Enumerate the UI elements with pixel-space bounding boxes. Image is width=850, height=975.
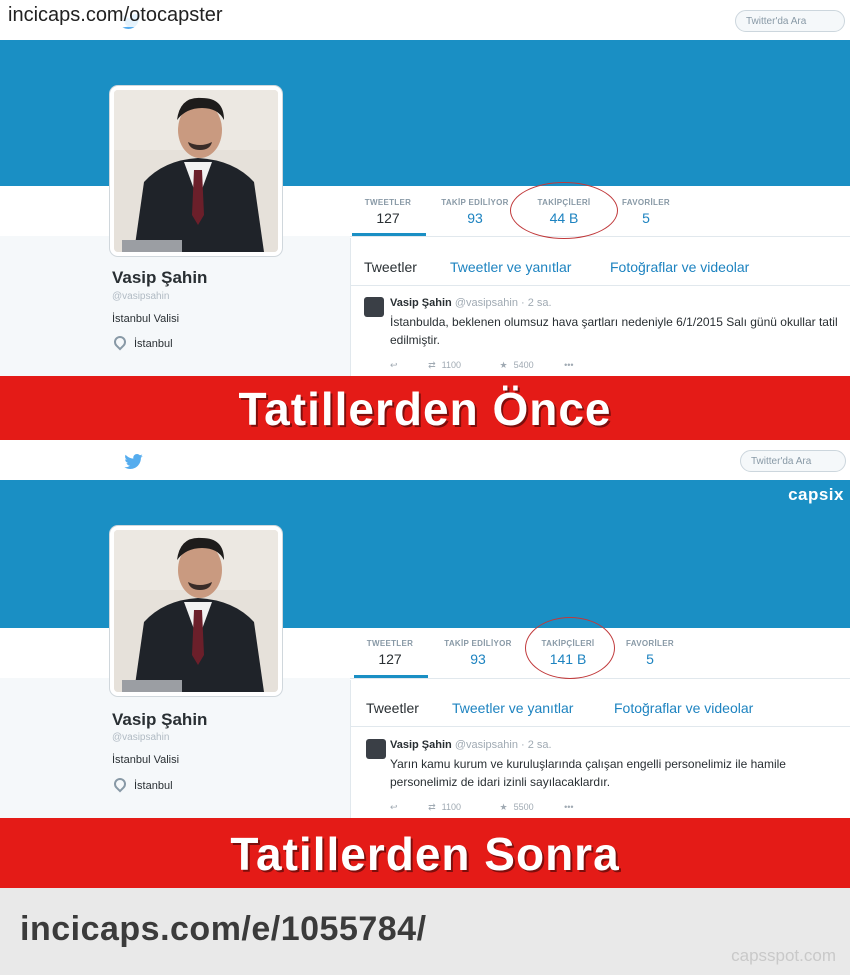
stat-label: TWEETLER xyxy=(366,639,414,648)
location-text: İstanbul xyxy=(134,338,173,350)
stat-label: FAVORİLER xyxy=(626,639,674,648)
footer-watermark: capsspot.com xyxy=(731,946,836,965)
tweet-author[interactable]: Vasip Şahin xyxy=(390,739,452,751)
tweet-header: Vasip Şahin @vasipsahin · 2 sa. xyxy=(390,739,552,751)
tab-photos-videos[interactable]: Fotoğraflar ve videolar xyxy=(610,259,749,275)
highlight-circle xyxy=(510,182,618,239)
stat-favorites[interactable]: FAVORİLER 5 xyxy=(606,198,686,226)
avatar[interactable] xyxy=(110,86,282,256)
location-text: İstanbul xyxy=(134,780,173,792)
favorite-count: 5400 xyxy=(513,360,534,370)
stat-label: TWEETLER xyxy=(364,198,412,207)
stat-label: TAKİP EDİLİYOR xyxy=(441,198,509,207)
profile-bio: İstanbul Valisi xyxy=(112,754,180,766)
profile-location: İstanbul xyxy=(111,775,173,793)
profile-name: Vasip Şahin xyxy=(112,268,208,287)
tweet-header: Vasip Şahin @vasipsahin · 2 sa. xyxy=(390,297,552,309)
profile-name: Vasip Şahin xyxy=(112,710,208,729)
caption-after: Tatillerden Sonra xyxy=(230,828,620,880)
top-navbar: Twitter'da Ara xyxy=(0,440,850,481)
tweet-actions: ↩ ⇄ 1100 ★ 5500 ••• xyxy=(390,802,580,813)
profile-handle[interactable]: @vasipsahin xyxy=(112,732,169,743)
tabs-divider xyxy=(350,285,850,286)
location-pin-icon xyxy=(111,775,129,793)
profile-panel-after: Twitter'da Ara capsix TWEETLER 127 TAKİP… xyxy=(0,440,850,888)
tweet-meta[interactable]: @vasipsahin · 2 sa. xyxy=(455,297,552,309)
tweet-avatar[interactable] xyxy=(366,739,386,759)
location-pin-icon xyxy=(111,333,129,351)
footer: incicaps.com/e/1055784/ capsspot.com xyxy=(0,888,850,975)
favorite-count: 5500 xyxy=(513,802,534,812)
stat-following[interactable]: TAKİP EDİLİYOR 93 xyxy=(435,198,515,226)
retweet-count: 1100 xyxy=(441,802,461,812)
stat-value: 93 xyxy=(470,651,486,667)
tweet-text: Yarın kamu kurum ve kuruluşlarında çalış… xyxy=(390,757,786,789)
stat-tweets[interactable]: TWEETLER 127 xyxy=(348,198,428,226)
favorite-icon[interactable]: ★ xyxy=(499,360,507,370)
stat-value: 127 xyxy=(378,651,402,667)
tweet-meta[interactable]: @vasipsahin · 2 sa. xyxy=(455,739,552,751)
stat-value: 93 xyxy=(467,210,483,226)
tab-photos-videos[interactable]: Fotoğraflar ve videolar xyxy=(614,700,753,716)
site-watermark: incicaps.com/otocapster xyxy=(4,4,227,27)
profile-location: İstanbul xyxy=(111,333,173,351)
stat-following[interactable]: TAKİP EDİLİYOR 93 xyxy=(438,639,518,667)
capsix-watermark: capsix xyxy=(788,485,844,504)
retweet-count: 1100 xyxy=(441,360,461,370)
stat-tweets[interactable]: TWEETLER 127 xyxy=(350,639,430,667)
tabs-divider xyxy=(350,726,850,727)
stat-favorites[interactable]: FAVORİLER 5 xyxy=(610,639,690,667)
more-icon[interactable]: ••• xyxy=(564,360,573,370)
profile-sidebar xyxy=(0,678,350,818)
retweet-icon[interactable]: ⇄ xyxy=(428,802,436,812)
tweet-text: İstanbulda, beklenen olumsuz hava şartla… xyxy=(390,315,838,347)
tab-tweets[interactable]: Tweetler xyxy=(364,259,417,275)
profile-panel-before: Twitter'da Ara incicaps.com/otocapster T… xyxy=(0,0,850,440)
active-tab-indicator xyxy=(352,233,426,236)
tweet-actions: ↩ ⇄ 1100 ★ 5400 ••• xyxy=(390,360,580,371)
reply-icon[interactable]: ↩ xyxy=(390,360,398,370)
profile-sidebar xyxy=(0,236,350,376)
avatar[interactable] xyxy=(110,526,282,696)
tweet-avatar[interactable] xyxy=(364,297,384,317)
twitter-bird-icon[interactable] xyxy=(124,454,144,470)
stat-value: 127 xyxy=(376,210,400,226)
reply-icon[interactable]: ↩ xyxy=(390,802,398,812)
highlight-circle xyxy=(525,617,615,679)
favorite-icon[interactable]: ★ xyxy=(499,802,507,812)
tweet-author[interactable]: Vasip Şahin xyxy=(390,297,452,309)
more-icon[interactable]: ••• xyxy=(564,802,573,812)
active-tab-indicator xyxy=(354,675,428,678)
stat-label: TAKİP EDİLİYOR xyxy=(444,639,512,648)
stat-label: FAVORİLER xyxy=(622,198,670,207)
footer-url[interactable]: incicaps.com/e/1055784/ xyxy=(20,910,427,949)
search-input[interactable]: Twitter'da Ara xyxy=(735,10,845,32)
search-input[interactable]: Twitter'da Ara xyxy=(740,450,846,472)
profile-handle[interactable]: @vasipsahin xyxy=(112,291,169,302)
caption-before: Tatillerden Önce xyxy=(238,383,612,435)
tab-tweets-replies[interactable]: Tweetler ve yanıtlar xyxy=(450,259,571,275)
stat-value: 5 xyxy=(646,651,654,667)
profile-bio: İstanbul Valisi xyxy=(112,313,180,325)
retweet-icon[interactable]: ⇄ xyxy=(428,360,436,370)
tab-tweets[interactable]: Tweetler xyxy=(366,700,419,716)
stat-value: 5 xyxy=(642,210,650,226)
tab-tweets-replies[interactable]: Tweetler ve yanıtlar xyxy=(452,700,573,716)
